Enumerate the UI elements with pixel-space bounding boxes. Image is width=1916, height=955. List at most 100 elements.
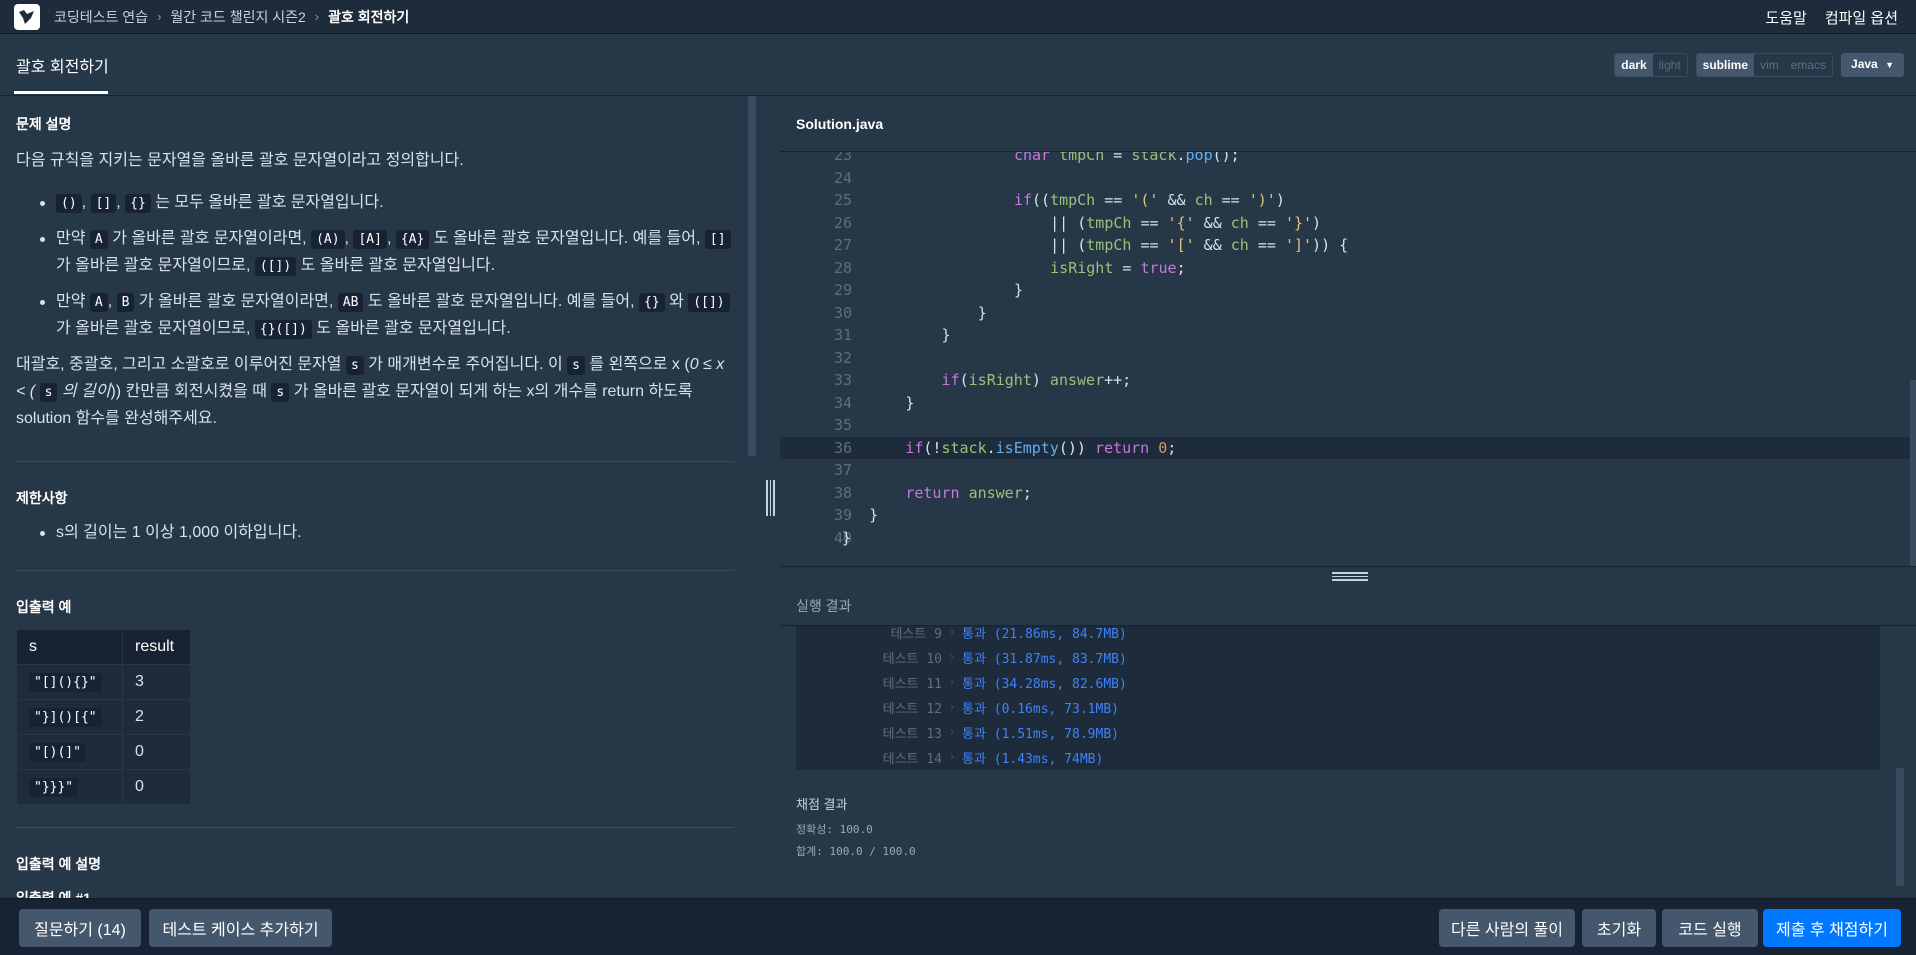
table-cell: "[](){}" (16, 664, 123, 700)
code-text: if((tmpCh == '(' && ch == ')') (1014, 191, 1285, 209)
theme-dark-button[interactable]: dark (1615, 54, 1653, 76)
compile-options-link[interactable]: 컴파일 옵션 (1825, 7, 1898, 28)
code-line[interactable]: 32 (780, 347, 1916, 370)
problem-scrollbar[interactable] (748, 96, 756, 456)
constraints-heading: 제한사항 (16, 490, 68, 506)
code-line[interactable]: 24 (780, 167, 1916, 190)
code-line[interactable]: 35 (780, 414, 1916, 437)
code-token: == (1257, 213, 1276, 232)
chevron-right-icon: › (948, 725, 956, 740)
code-token: ; (1167, 438, 1177, 457)
table-cell: 0 (122, 734, 191, 770)
results-scrollbar[interactable] (1896, 768, 1904, 886)
code-line[interactable]: 27 || (tmpCh == '[' && ch == ']')) { (780, 234, 1916, 257)
programmers-logo-icon[interactable] (14, 3, 40, 30)
para-text: 가 매개변수로 주어집니다. 이 (368, 356, 563, 373)
rule-text: , (81, 194, 87, 211)
code-snippet: s (39, 383, 58, 402)
code-line[interactable]: 25 if((tmpCh == '(' && ch == ')') (780, 189, 1916, 212)
test-result-row: 테스트 12 › 통과 (0.16ms, 73.1MB) (796, 695, 1880, 720)
para-text: 대괄호, 중괄호, 그리고 소괄호로 이루어진 문자열 (16, 356, 342, 373)
code-token: == (1140, 213, 1159, 232)
table-cell: 0 (122, 769, 191, 805)
code-line[interactable]: 30} (780, 302, 1916, 325)
line-number: 23 (833, 152, 852, 165)
line-number: 39 (833, 506, 852, 525)
help-link[interactable]: 도움말 (1765, 7, 1806, 28)
line-number: 25 (833, 191, 852, 210)
reset-button[interactable]: 초기화 (1582, 909, 1656, 947)
test-result-value: 통과 (31.87ms, 83.7MB) (962, 652, 1127, 667)
keymap-sublime-button[interactable]: sublime (1696, 54, 1755, 76)
examples-table: s result "[](){}" 3 "}]()[{" 2 "[)(]" 0 … (16, 629, 191, 805)
drag-handle-icon[interactable] (766, 480, 775, 516)
code-string: '}' (1284, 213, 1313, 232)
code-text: || (tmpCh == '{' && ch == '}') (1050, 214, 1321, 232)
code-line[interactable]: 31} (780, 324, 1916, 347)
ask-question-button[interactable]: 질문하기 (14) (19, 909, 141, 947)
code-variable: answer (1049, 371, 1105, 390)
code-snippet: s (345, 356, 364, 375)
chevron-right-icon: › (948, 650, 956, 665)
line-number: 27 (833, 236, 852, 255)
examples-desc-cutoff: 입출력 예 #1 (16, 890, 91, 898)
examples-heading: 입출력 예 (16, 599, 72, 615)
code-snippet: [A] (353, 230, 387, 249)
code-snippet: [] (90, 194, 117, 213)
code-line[interactable]: 33 if(isRight) answer++; (780, 369, 1916, 392)
code-line[interactable]: 28 isRight = true; (780, 257, 1916, 280)
drag-handle-icon[interactable] (1332, 572, 1368, 581)
code-line[interactable]: 29} (780, 279, 1916, 302)
rule-text: , (344, 230, 349, 247)
code-string: ')' (1248, 191, 1276, 210)
code-line[interactable]: 38 return answer; (780, 482, 1916, 505)
theme-light-button[interactable]: light (1652, 54, 1687, 76)
add-testcase-button[interactable]: 테스트 케이스 추가하기 (149, 909, 332, 947)
code-line[interactable]: 36 if(!stack.isEmpty()) return 0; (780, 436, 1916, 459)
code-token: && (1203, 213, 1222, 232)
code-line[interactable]: 39} (780, 504, 1916, 527)
code-token: ; (1176, 258, 1186, 277)
code-token: == (1221, 191, 1240, 210)
problem-panel: 문제 설명 다음 규칙을 지키는 문자열을 올바른 괄호 문자열이라고 정의합니… (0, 96, 760, 898)
others-solutions-button[interactable]: 다른 사람의 풀이 (1439, 909, 1575, 947)
code-line[interactable]: 37 (780, 459, 1916, 482)
test-result-value: 통과 (1.51ms, 78.9MB) (962, 727, 1119, 742)
code-text: if(!stack.isEmpty()) return 0; (905, 439, 1176, 457)
code-line[interactable]: 26 || (tmpCh == '{' && ch == '}') (780, 212, 1916, 235)
problem-intro: 다음 규칙을 지키는 문자열을 올바른 괄호 문자열이라고 정의합니다. (16, 152, 464, 169)
code-token: ++; (1104, 371, 1132, 390)
code-editor[interactable]: 23 char tmpCh = stack.pop(); 24 25 if((tmpCh… (780, 152, 1916, 566)
code-text: || (tmpCh == '[' && ch == ']')) { (1050, 236, 1348, 254)
code-line[interactable]: 23 char tmpCh = stack.pop(); (780, 152, 1916, 167)
code-text: if(isRight) answer++; (942, 371, 1132, 389)
test-label: 테스트 12 (882, 702, 942, 717)
breadcrumb-item-current: 괄호 회전하기 (328, 8, 410, 25)
run-code-button[interactable]: 코드 실행 (1662, 909, 1758, 947)
code-line[interactable]: 40} (780, 527, 1916, 550)
code-line[interactable]: 34} (780, 392, 1916, 415)
table-header-cell: result (122, 629, 191, 665)
tab-problem[interactable]: 괄호 회전하기 (16, 34, 109, 96)
code-token: )) (1312, 236, 1331, 255)
code-string: '{' (1167, 213, 1195, 232)
code-text: } (1014, 281, 1023, 299)
keymap-vim-button[interactable]: vim (1754, 54, 1785, 76)
submit-button[interactable]: 제출 후 채점하기 (1763, 909, 1901, 947)
breadcrumb-item-practice[interactable]: 코딩테스트 연습 (54, 7, 148, 27)
editor-scrollbar[interactable] (1910, 380, 1916, 566)
code-token: } (1013, 281, 1023, 300)
line-number: 34 (833, 393, 852, 412)
breadcrumb-item-challenge[interactable]: 월간 코드 챌린지 시즌2 (170, 7, 305, 27)
keymap-emacs-button[interactable]: emacs (1784, 54, 1833, 76)
language-select[interactable]: Java ▼ (1841, 53, 1904, 77)
